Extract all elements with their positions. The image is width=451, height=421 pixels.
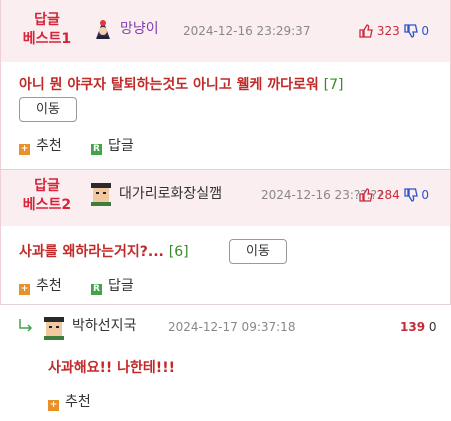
best-comment-2: 답글 베스트2 대가리로화장실깸 2024-12-16 23:??:?? 284…	[0, 170, 451, 304]
best-comment-1: 답글 베스트1 망냥이 2024-12-16 23:29:37 323 0 아니…	[0, 0, 451, 169]
thumb-down-icon	[403, 188, 418, 202]
downvote-button[interactable]: 0	[403, 188, 430, 202]
reply-arrow-icon	[18, 318, 34, 338]
vote-box: 284 0	[359, 185, 429, 205]
nickname[interactable]: 박하선지국	[72, 316, 136, 336]
move-button[interactable]: 이동	[19, 97, 77, 122]
best-reply-badge: 답글 베스트1	[19, 11, 75, 49]
vote-box: 139 0	[400, 317, 437, 337]
downvote-count: 0	[421, 188, 430, 202]
vote-box: 323 0	[359, 21, 429, 41]
timestamp: 2024-12-16 23:29:37	[183, 24, 311, 38]
reply-label: 답글	[108, 278, 134, 294]
recommend-label: 추천	[36, 278, 62, 294]
reply-r-icon: R	[91, 284, 102, 295]
timestamp: 2024-12-17 09:37:18	[168, 320, 296, 334]
recommend-button[interactable]: + 추천	[19, 137, 62, 155]
comment-body: 아니 뭔 야쿠자 탈퇴하는것도 아니고 웰케 까다로워 [7] 이동 + 추천 R…	[1, 62, 450, 169]
recommend-button[interactable]: + 추천	[19, 277, 62, 295]
downvote-count[interactable]: 0	[429, 320, 437, 334]
upvote-count[interactable]: 139	[400, 320, 425, 334]
comment-body: 사과를 왜하라는거지?... [6] 이동 + 추천 R 답글	[1, 226, 450, 304]
plus-icon: +	[19, 144, 30, 155]
best-badge-line1: 답글	[34, 12, 60, 28]
upvote-button[interactable]: 284	[359, 188, 404, 202]
downvote-count: 0	[421, 24, 430, 38]
reply-label: 답글	[108, 138, 134, 154]
comment-text: 사과해요!! 나한테!!!	[48, 360, 175, 376]
best-badge-line2: 베스트2	[22, 197, 72, 213]
upvote-count: 284	[376, 188, 400, 202]
reply-count[interactable]: [6]	[169, 244, 189, 260]
comment-header: 답글 베스트1 망냥이 2024-12-16 23:29:37 323 0	[1, 0, 450, 62]
recommend-button[interactable]: + 추천	[48, 393, 91, 411]
avatar[interactable]	[42, 316, 66, 340]
comment-text-content: 아니 뭔 야쿠자 탈퇴하는것도 아니고 웰케 까다로워	[19, 77, 319, 93]
best-reply-badge: 답글 베스트2	[19, 177, 75, 215]
upvote-count: 323	[376, 24, 400, 38]
downvote-button[interactable]: 0	[403, 24, 430, 38]
thumb-down-icon	[403, 24, 418, 38]
move-button[interactable]: 이동	[229, 239, 287, 264]
reply-comment: 박하선지국 2024-12-17 09:37:18 139 0 사과해요!! 나…	[0, 305, 451, 421]
comment-text: 아니 뭔 야쿠자 탈퇴하는것도 아니고 웰케 까다로워 [7]	[19, 75, 343, 95]
thumb-up-icon	[359, 188, 373, 202]
reply-button[interactable]: R 답글	[91, 137, 134, 155]
plus-icon: +	[19, 284, 30, 295]
thumb-up-icon	[359, 24, 373, 38]
nickname[interactable]: 망냥이	[120, 19, 159, 39]
comment-text: 사과를 왜하라는거지?... [6]	[19, 242, 189, 262]
nickname[interactable]: 대가리로화장실깸	[119, 184, 222, 204]
reply-r-icon: R	[91, 144, 102, 155]
best-badge-line1: 답글	[34, 178, 60, 194]
plus-icon: +	[48, 400, 59, 411]
best-badge-line2: 베스트1	[22, 31, 72, 47]
comment-text-content: 사과를 왜하라는거지?...	[19, 244, 164, 260]
reply-count[interactable]: [7]	[324, 77, 344, 93]
recommend-label: 추천	[36, 138, 62, 154]
reply-button[interactable]: R 답글	[91, 277, 134, 295]
recommend-label: 추천	[65, 394, 91, 410]
upvote-button[interactable]: 323	[359, 24, 404, 38]
comment-header: 답글 베스트2 대가리로화장실깸 2024-12-16 23:??:?? 284…	[1, 170, 450, 226]
avatar[interactable]	[89, 182, 113, 206]
avatar[interactable]	[91, 17, 115, 41]
